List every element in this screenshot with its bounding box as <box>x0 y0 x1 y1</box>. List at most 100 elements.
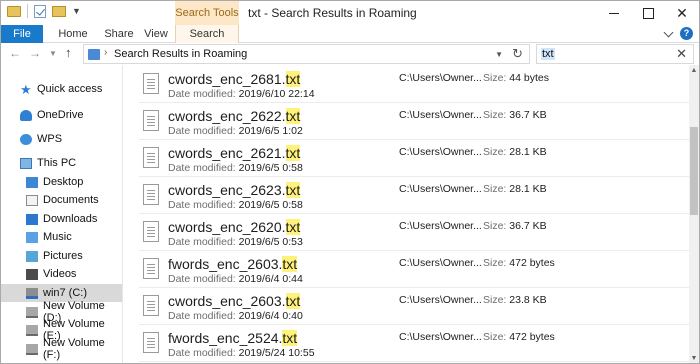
file-name[interactable]: cwords_enc_2620.txt <box>168 219 301 235</box>
back-button[interactable]: ← <box>9 46 21 60</box>
vertical-scrollbar[interactable]: ▲ ▼ <box>689 65 699 363</box>
file-name[interactable]: fwords_enc_2603.txt <box>168 256 298 272</box>
file-name[interactable]: fwords_enc_2524.txt <box>168 330 298 346</box>
system-drive-icon <box>26 287 38 299</box>
list-item[interactable]: cwords_enc_2623.txt Date modified: 2019/… <box>139 178 690 214</box>
ribbon-tabs: File Home Share View Search ? <box>1 25 699 43</box>
sidebar-item-volume-f[interactable]: New Volume (F:) <box>1 337 122 361</box>
sidebar-item-this-pc[interactable]: This PC <box>1 154 122 172</box>
sidebar-item-downloads[interactable]: Downloads <box>1 210 122 228</box>
tab-search[interactable]: Search <box>175 25 239 43</box>
date-modified: Date modified: 2019/6/10 22:14 <box>168 88 315 100</box>
sidebar-item-desktop[interactable]: Desktop <box>1 173 122 191</box>
search-input[interactable]: txt ✕ <box>536 44 694 64</box>
file-path: C:\Users\Owner... <box>399 146 482 158</box>
sidebar-item-wps[interactable]: WPS <box>1 130 122 148</box>
ribbon-options: ? <box>663 27 693 40</box>
list-item[interactable]: fwords_enc_2603.txt Date modified: 2019/… <box>139 252 690 288</box>
sidebar-item-label: Pictures <box>43 250 83 262</box>
sidebar-item-quick-access[interactable]: ★ Quick access <box>1 80 122 98</box>
new-folder-icon[interactable] <box>52 5 66 17</box>
text-file-icon <box>143 332 159 353</box>
desktop-folder-icon <box>26 176 38 188</box>
window-controls: ✕ <box>597 1 699 25</box>
search-query[interactable]: txt <box>541 48 555 60</box>
navigation-pane: ★ Quick access OneDrive WPS This PC Desk… <box>1 65 122 363</box>
date-modified: Date modified: 2019/6/5 0:58 <box>168 162 303 174</box>
star-icon: ★ <box>20 81 32 97</box>
properties-icon[interactable] <box>34 4 46 18</box>
tab-share[interactable]: Share <box>97 25 141 43</box>
forward-button[interactable]: → <box>29 46 41 60</box>
refresh-icon[interactable]: ↻ <box>512 46 523 62</box>
sidebar-item-pictures[interactable]: Pictures <box>1 247 122 265</box>
text-file-icon <box>143 147 159 168</box>
list-item[interactable]: cwords_enc_2603.txt Date modified: 2019/… <box>139 289 690 325</box>
file-path: C:\Users\Owner... <box>399 331 482 343</box>
address-history-icon[interactable]: ▼ <box>495 50 503 59</box>
search-tools-header: Search Tools <box>175 1 239 25</box>
list-item[interactable]: fwords_enc_2524.txt Date modified: 2019/… <box>139 326 690 362</box>
minimize-button[interactable] <box>597 1 631 25</box>
list-item[interactable]: cwords_enc_2681.txt Date modified: 2019/… <box>139 67 690 103</box>
file-path: C:\Users\Owner... <box>399 183 482 195</box>
tab-home[interactable]: Home <box>49 25 97 43</box>
date-modified: Date modified: 2019/6/5 0:58 <box>168 199 303 211</box>
address-row: ← → ▼ ↑ › Search Results in Roaming ▼ ↻ … <box>1 43 699 65</box>
window-title: txt - Search Results in Roaming <box>248 6 417 20</box>
help-icon[interactable]: ? <box>680 27 693 40</box>
breadcrumb-chevron-icon[interactable]: › <box>104 47 107 58</box>
text-file-icon <box>143 258 159 279</box>
date-modified: Date modified: 2019/5/24 10:55 <box>168 347 315 359</box>
drive-icon <box>26 324 38 336</box>
scroll-thumb[interactable] <box>690 127 698 215</box>
tab-view[interactable]: View <box>141 25 171 43</box>
file-size: Size: 472 bytes <box>483 331 555 343</box>
date-modified: Date modified: 2019/6/5 1:02 <box>168 125 303 137</box>
sidebar-item-documents[interactable]: Documents <box>1 191 122 209</box>
file-name[interactable]: cwords_enc_2681.txt <box>168 71 301 87</box>
text-file-icon <box>143 110 159 131</box>
scroll-up-icon[interactable]: ▲ <box>689 65 699 77</box>
file-name[interactable]: cwords_enc_2623.txt <box>168 182 301 198</box>
file-size: Size: 472 bytes <box>483 257 555 269</box>
sidebar-item-label: Videos <box>43 268 77 280</box>
customize-toolbar-icon[interactable]: ▼ <box>72 6 81 16</box>
drive-icon <box>26 306 38 318</box>
address-location[interactable]: Search Results in Roaming <box>114 48 247 60</box>
file-path: C:\Users\Owner... <box>399 109 482 121</box>
sidebar-item-music[interactable]: Music <box>1 228 122 246</box>
onedrive-icon <box>20 109 32 121</box>
maximize-button[interactable] <box>631 1 665 25</box>
search-results-list: cwords_enc_2681.txt Date modified: 2019/… <box>139 65 690 363</box>
recent-locations-icon[interactable]: ▼ <box>49 49 57 58</box>
list-item[interactable]: cwords_enc_2620.txt Date modified: 2019/… <box>139 215 690 251</box>
videos-icon <box>26 268 38 280</box>
file-name[interactable]: cwords_enc_2621.txt <box>168 145 301 161</box>
sidebar-item-label: Desktop <box>43 176 84 188</box>
clear-search-icon[interactable]: ✕ <box>676 46 687 62</box>
expand-ribbon-icon[interactable] <box>663 27 674 37</box>
address-bar[interactable]: › Search Results in Roaming ▼ ↻ <box>83 44 530 64</box>
tab-file[interactable]: File <box>1 25 43 43</box>
list-item[interactable]: cwords_enc_2622.txt Date modified: 2019/… <box>139 104 690 140</box>
wps-icon <box>20 133 32 145</box>
sidebar-item-onedrive[interactable]: OneDrive <box>1 106 122 124</box>
downloads-icon <box>26 213 38 225</box>
close-button[interactable]: ✕ <box>665 1 699 25</box>
pane-divider[interactable] <box>122 65 123 363</box>
sidebar-item-videos[interactable]: Videos <box>1 265 122 283</box>
date-modified: Date modified: 2019/6/4 0:44 <box>168 273 303 285</box>
scroll-down-icon[interactable]: ▼ <box>689 353 699 363</box>
file-name[interactable]: cwords_enc_2622.txt <box>168 108 301 124</box>
sidebar-item-label: Documents <box>43 194 99 206</box>
file-name[interactable]: cwords_enc_2603.txt <box>168 293 301 309</box>
file-size: Size: 36.7 KB <box>483 109 547 121</box>
date-modified: Date modified: 2019/6/4 0:40 <box>168 310 303 322</box>
up-button[interactable]: ↑ <box>65 45 72 60</box>
list-item[interactable]: cwords_enc_2621.txt Date modified: 2019/… <box>139 141 690 177</box>
pictures-icon <box>26 250 38 262</box>
file-path: C:\Users\Owner... <box>399 294 482 306</box>
sidebar-item-label: WPS <box>37 133 63 145</box>
text-file-icon <box>143 221 159 242</box>
